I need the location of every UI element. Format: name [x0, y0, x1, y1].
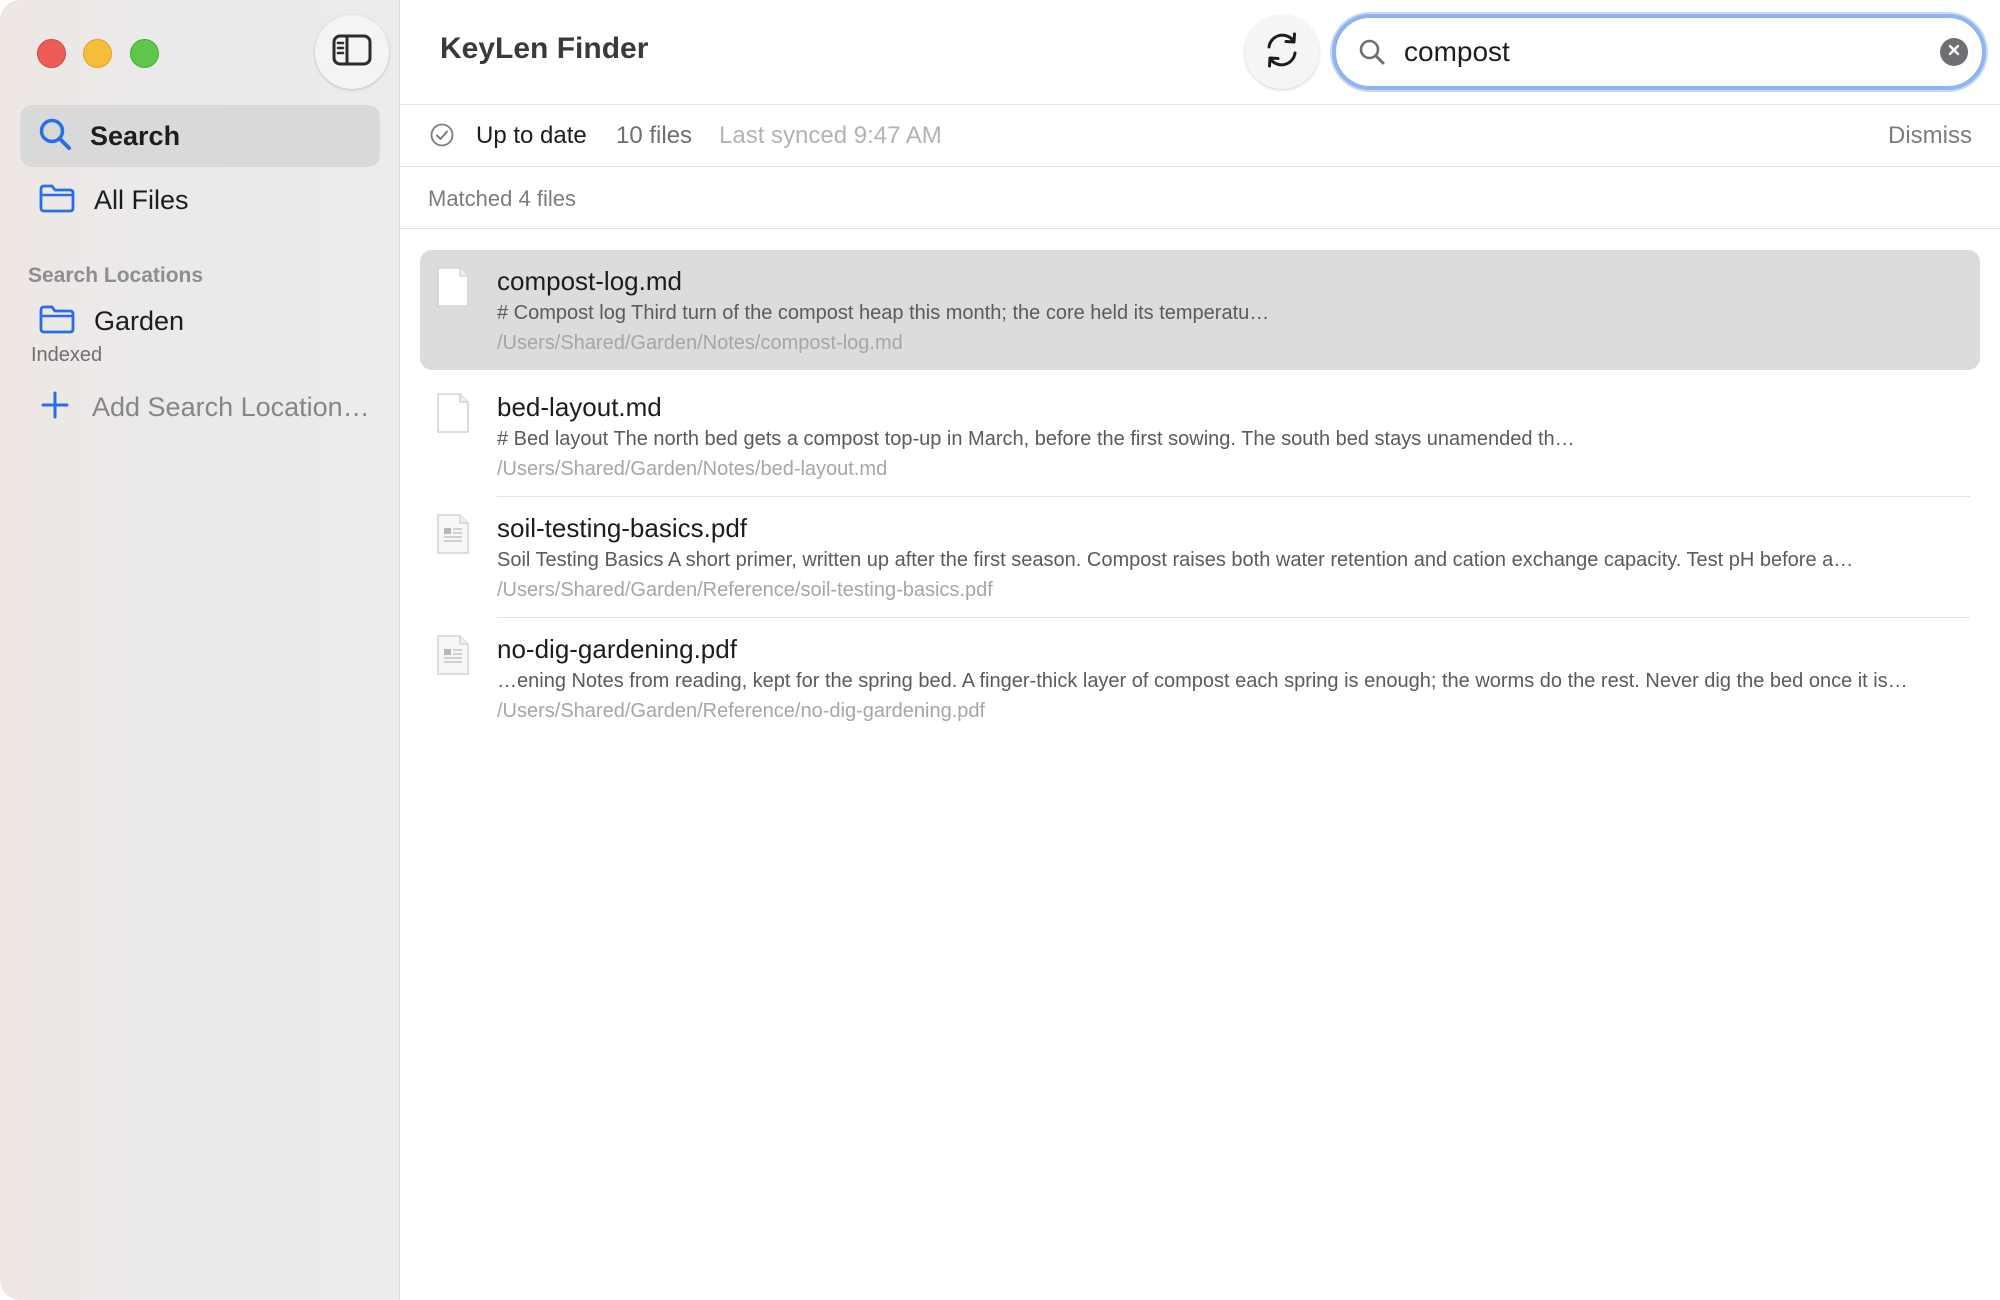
sidebar-item-search[interactable]: Search — [20, 105, 380, 167]
result-snippet: # Compost log Third turn of the compost … — [497, 302, 1270, 324]
result-path: /Users/Shared/Garden/Reference/soil-test… — [497, 579, 993, 601]
folder-icon — [38, 304, 76, 339]
result-file-name: bed-layout.md — [497, 392, 662, 422]
result-item[interactable]: compost-log.md # Compost log Third turn … — [420, 250, 1980, 370]
result-file-name: compost-log.md — [497, 266, 682, 296]
folder-icon — [38, 183, 76, 218]
minimize-window-button[interactable] — [83, 39, 112, 68]
location-status: Indexed — [31, 344, 103, 366]
toggle-sidebar-button[interactable] — [315, 15, 389, 89]
result-file-name: no-dig-gardening.pdf — [497, 634, 737, 664]
status-divider — [400, 166, 2000, 167]
result-path: /Users/Shared/Garden/Reference/no-dig-ga… — [497, 700, 986, 722]
app-window: Search All Files Search Locations Garden… — [0, 0, 2000, 1300]
result-snippet: …ening Notes from reading, kept for the … — [497, 670, 1908, 692]
file-count-text: 10 files — [616, 122, 693, 149]
results-summary: Matched 4 files — [428, 186, 576, 211]
search-input[interactable] — [1402, 35, 1926, 69]
sidebar-item-label: Search — [90, 120, 181, 151]
result-snippet: # Bed layout The north bed gets a compos… — [497, 428, 1575, 450]
location-label: Garden — [94, 306, 185, 336]
sidebar-item-all-files[interactable]: All Files — [20, 169, 380, 231]
document-icon — [436, 266, 470, 313]
sync-status-bar: Up to date 10 files Last synced 9:47 AM … — [400, 104, 2000, 166]
checkmark-circle-icon — [430, 123, 454, 152]
add-search-location-button[interactable]: Add Search Location… — [40, 390, 370, 425]
clear-search-button[interactable] — [1940, 38, 1968, 66]
result-path: /Users/Shared/Garden/Notes/compost-log.m… — [497, 332, 903, 354]
search-icon — [1358, 38, 1386, 66]
close-window-button[interactable] — [37, 39, 66, 68]
close-icon — [1947, 43, 1961, 62]
sync-state-text: Up to date — [476, 122, 587, 149]
zoom-window-button[interactable] — [130, 39, 159, 68]
refresh-icon — [1261, 29, 1303, 76]
result-snippet: Soil Testing Basics A short primer, writ… — [497, 549, 1854, 571]
refresh-button[interactable] — [1245, 15, 1319, 89]
sidebar-item-garden[interactable]: Garden — [38, 304, 184, 339]
magnifying-glass-icon — [38, 117, 72, 156]
document-icon — [436, 392, 470, 439]
result-item[interactable]: no-dig-gardening.pdf …ening Notes from r… — [420, 618, 1980, 738]
result-item[interactable]: soil-testing-basics.pdf Soil Testing Bas… — [420, 497, 1980, 617]
dismiss-button[interactable]: Dismiss — [1888, 122, 1972, 150]
summary-divider — [400, 228, 2000, 229]
main-pane: KeyLen Finder compost Up to date 10 file… — [400, 0, 2000, 1300]
sidebar: Search All Files Search Locations Garden… — [0, 0, 400, 1300]
result-item[interactable]: bed-layout.md # Bed layout The north bed… — [420, 376, 1980, 496]
sidebar-item-label: All Files — [94, 184, 189, 215]
section-title-search-locations: Search Locations — [28, 264, 204, 287]
result-path: /Users/Shared/Garden/Notes/bed-layout.md — [497, 458, 888, 480]
last-synced-text: Last synced 9:47 AM — [719, 122, 942, 149]
search-field[interactable] — [1332, 14, 1986, 90]
result-file-name: soil-testing-basics.pdf — [497, 513, 747, 543]
plus-icon — [40, 390, 70, 425]
sidebar-icon — [332, 34, 372, 71]
pdf-document-icon — [436, 634, 470, 681]
add-search-location-label: Add Search Location… — [92, 392, 370, 422]
page-title: KeyLen Finder — [440, 32, 649, 65]
results-list: compost-log.md # Compost log Third turn … — [420, 250, 1980, 738]
pdf-document-icon — [436, 513, 470, 560]
